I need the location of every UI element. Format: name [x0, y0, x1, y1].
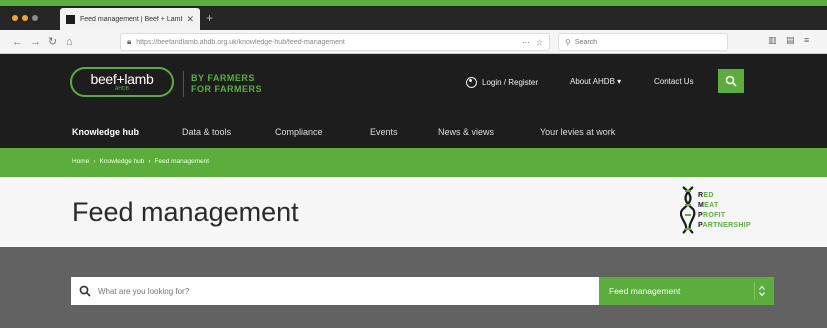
partner-wordmark: RED MEAT PROFIT PARTNERSHIP — [698, 191, 751, 231]
favicon-icon — [66, 14, 75, 24]
title-band: Feed management RED MEAT PROFIT PARTNERS… — [0, 177, 827, 247]
reload-icon[interactable]: ↻ — [48, 34, 57, 50]
dna-helix-icon — [680, 186, 696, 234]
chevron-down-icon: ▾ — [617, 77, 622, 86]
tagline: BY FARMERS FOR FARMERS — [191, 73, 262, 95]
topic-select[interactable]: Feed management — [599, 277, 774, 305]
forward-arrow-icon[interactable]: → — [30, 34, 41, 50]
library-icon[interactable]: ▥ — [768, 35, 777, 46]
breadcrumb-current: Feed management — [154, 158, 210, 165]
partner-line: MEAT — [698, 202, 719, 209]
breadcrumb: Home › Knowledge hub › Feed management — [72, 158, 209, 165]
search-icon — [725, 75, 737, 87]
partner-line: PROFIT — [698, 212, 726, 219]
partner-line: RED — [698, 192, 714, 199]
nav-item-compliance[interactable]: Compliance — [275, 127, 323, 137]
nav-item-levies[interactable]: Your levies at work — [540, 127, 615, 137]
sidebar-icon[interactable]: ▤ — [786, 35, 795, 46]
main-navigation: Knowledge hub Data & tools Compliance Ev… — [0, 117, 827, 148]
window-dot-icon[interactable] — [12, 15, 18, 21]
window-dot-icon[interactable] — [32, 15, 38, 21]
knowledge-search-input[interactable] — [98, 286, 591, 296]
logo-wordmark: beef+lamb — [90, 71, 154, 87]
tagline-line: BY FARMERS — [191, 73, 255, 83]
login-label: Login / Register — [482, 78, 539, 87]
breadcrumb-knowledge-hub[interactable]: Knowledge hub — [100, 158, 145, 165]
tab-title: Feed management | Beef + Lamb — [80, 15, 183, 23]
lock-icon: 🔒︎ — [127, 37, 132, 46]
logo-divider — [183, 71, 184, 97]
about-dropdown[interactable]: About AHDB ▾ — [570, 77, 621, 86]
browser-tab-bar: Feed management | Beef + Lamb ✕ + — [0, 6, 827, 30]
browser-navigation-bar: ← → ↻ ⌂ 🔒︎ https://beefandlamb.ahdb.org.… — [0, 30, 827, 54]
nav-item-events[interactable]: Events — [370, 127, 398, 137]
breadcrumb-separator: › — [148, 158, 151, 165]
site-logo[interactable]: beef+lamb AHDB — [70, 67, 174, 97]
nav-item-data-tools[interactable]: Data & tools — [182, 127, 231, 137]
search-band: Feed management — [0, 247, 827, 328]
nav-item-knowledge-hub[interactable]: Knowledge hub — [72, 127, 139, 137]
nav-item-news-views[interactable]: News & views — [438, 127, 494, 137]
browser-search-input[interactable] — [574, 38, 715, 46]
partner-line: PARTNERSHIP — [698, 222, 751, 229]
breadcrumb-separator: › — [93, 158, 96, 165]
window-dot-icon[interactable] — [22, 15, 28, 21]
search-icon — [79, 285, 91, 297]
browser-tab[interactable]: Feed management | Beef + Lamb ✕ — [60, 8, 200, 30]
home-icon[interactable]: ⌂ — [66, 34, 73, 50]
address-bar[interactable]: 🔒︎ https://beefandlamb.ahdb.org.uk/knowl… — [120, 33, 550, 51]
select-arrows-icon — [754, 282, 768, 300]
menu-icon[interactable]: ≡ — [804, 35, 809, 45]
browser-search-box[interactable]: ⚲ — [558, 33, 728, 51]
new-tab-button[interactable]: + — [206, 10, 213, 26]
breadcrumb-home[interactable]: Home — [72, 158, 89, 165]
login-register-link[interactable]: Login / Register — [466, 77, 538, 88]
breadcrumb-bar: Home › Knowledge hub › Feed management — [0, 148, 827, 177]
bookmark-star-icon[interactable]: ☆ — [536, 38, 543, 47]
close-tab-icon[interactable]: ✕ — [186, 14, 194, 25]
partner-logo[interactable]: RED MEAT PROFIT PARTNERSHIP — [680, 185, 790, 241]
about-label: About AHDB — [570, 77, 615, 86]
back-arrow-icon[interactable]: ← — [12, 34, 23, 50]
site-search-button[interactable] — [718, 69, 744, 93]
tagline-line: FOR FARMERS — [191, 84, 263, 94]
user-icon — [466, 77, 477, 88]
page-actions-icon[interactable]: ⋯ — [522, 38, 530, 47]
search-icon: ⚲ — [565, 37, 571, 47]
url-text: https://beefandlamb.ahdb.org.uk/knowledg… — [136, 38, 345, 46]
page-title: Feed management — [72, 197, 299, 227]
logo-subtext: AHDB — [115, 86, 129, 92]
contact-link[interactable]: Contact Us — [654, 77, 694, 86]
site-header: beef+lamb AHDB BY FARMERS FOR FARMERS Lo… — [0, 55, 827, 117]
topic-select-value: Feed management — [609, 286, 681, 296]
knowledge-search-box[interactable] — [71, 277, 599, 305]
